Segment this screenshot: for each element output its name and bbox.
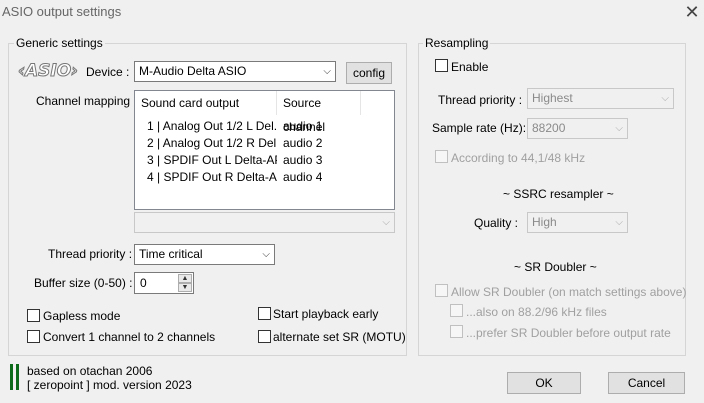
row-source: audio 2	[283, 136, 323, 150]
also-on-checkbox	[450, 304, 463, 317]
enable-resampling-checkbox[interactable]	[435, 59, 448, 72]
spin-down-icon[interactable]: ▼	[178, 283, 192, 292]
table-row[interactable]: 2 | Analog Out 1/2 R Del... audio 2	[135, 135, 394, 152]
generic-settings-legend: Generic settings	[14, 36, 105, 50]
allow-sr-doubler-checkbox	[435, 284, 448, 297]
credit-line-2: [ zeropoint ] mod. version 2023	[27, 378, 192, 392]
column-header-source[interactable]: Source channel	[277, 91, 361, 134]
buffer-size-label: Buffer size (0-50) :	[34, 276, 133, 290]
resampling-thread-priority-label: Thread priority :	[438, 93, 523, 107]
sample-rate-value: 88200	[532, 121, 566, 135]
chevron-down-icon: ⌵	[262, 249, 270, 260]
channel-mapping-list[interactable]: Sound card output Source channel 1 | Ana…	[134, 90, 395, 210]
alternate-sr-checkbox[interactable]	[258, 330, 271, 343]
sr-doubler-heading: ~ SR Doubler ~	[514, 260, 597, 274]
chevron-down-icon: ⌵	[661, 93, 669, 104]
buffer-size-spinner[interactable]: 0 ▲ ▼	[134, 272, 194, 294]
close-icon[interactable]: ✕	[683, 2, 701, 22]
thread-priority-label: Thread priority :	[48, 247, 133, 261]
sample-rate-select: 88200 ⌵	[527, 118, 628, 139]
according-checkbox	[435, 150, 448, 163]
column-header-output[interactable]: Sound card output	[135, 91, 277, 115]
row-output: 4 | SPDIF Out R Delta-AP	[147, 170, 277, 184]
row-output: 3 | SPDIF Out L Delta-AP	[147, 153, 277, 167]
allow-sr-doubler-label: Allow SR Doubler (on match settings abov…	[451, 285, 687, 299]
start-early-label: Start playback early	[273, 307, 379, 321]
row-source: audio 4	[283, 170, 323, 184]
convert-channels-label: Convert 1 channel to 2 channels	[43, 330, 216, 344]
gapless-checkbox[interactable]	[27, 309, 40, 322]
row-source: audio 3	[283, 153, 323, 167]
chevron-down-icon: ⌵	[615, 123, 623, 134]
channel-mapping-label: Channel mapping :	[36, 94, 137, 108]
window-title: ASIO output settings	[2, 4, 122, 19]
prefer-sr-doubler-checkbox	[450, 325, 463, 338]
buffer-size-value: 0	[140, 276, 147, 290]
spin-up-icon[interactable]: ▲	[178, 274, 192, 283]
chevron-down-icon: ⌵	[323, 66, 331, 77]
grip-icon	[16, 364, 19, 390]
credit-line-1: based on otachan 2006	[27, 364, 153, 378]
device-select-value: M-Audio Delta ASIO	[139, 64, 247, 78]
enable-resampling-label: Enable	[451, 60, 489, 74]
resampling-thread-priority-value: Highest	[532, 91, 573, 105]
also-on-label: ...also on 88.2/96 kHz files	[466, 305, 607, 319]
sample-rate-label: Sample rate (Hz):	[432, 121, 527, 135]
resampling-legend: Resampling	[423, 36, 491, 50]
table-row[interactable]: 4 | SPDIF Out R Delta-AP audio 4	[135, 169, 394, 186]
table-row[interactable]: 3 | SPDIF Out L Delta-AP audio 3	[135, 152, 394, 169]
chevron-down-icon: ⌵	[615, 217, 623, 228]
resampling-thread-priority-select: Highest ⌵	[527, 88, 674, 109]
cancel-button[interactable]: Cancel	[608, 372, 685, 394]
thread-priority-value: Time critical	[139, 247, 203, 261]
quality-value: High	[532, 215, 557, 229]
convert-channels-checkbox[interactable]	[27, 330, 40, 343]
device-label: Device :	[86, 65, 130, 79]
prefer-sr-doubler-label: ...prefer SR Doubler before output rate	[466, 326, 671, 340]
quality-select: High ⌵	[527, 212, 628, 233]
row-output: 1 | Analog Out 1/2 L Del...	[147, 119, 277, 133]
table-row[interactable]: 1 | Analog Out 1/2 L Del... audio 1	[135, 118, 394, 135]
source-channel-select: ⌵	[134, 212, 395, 233]
ok-button[interactable]: OK	[507, 372, 581, 394]
asio-logo: ‹ASIO›	[17, 61, 79, 82]
ssrc-heading: ~ SSRC resampler ~	[503, 187, 614, 201]
gapless-label: Gapless mode	[43, 309, 121, 323]
config-button[interactable]: config	[346, 62, 392, 84]
according-label: According to 44,1/48 kHz	[451, 151, 586, 165]
alternate-sr-label: alternate set SR (MOTU)	[273, 330, 406, 344]
row-output: 2 | Analog Out 1/2 R Del...	[147, 136, 277, 150]
device-select[interactable]: M-Audio Delta ASIO ⌵	[134, 61, 336, 82]
row-source: audio 1	[283, 119, 323, 133]
start-early-checkbox[interactable]	[258, 307, 271, 320]
chevron-down-icon: ⌵	[382, 217, 390, 228]
quality-label: Quality :	[474, 216, 519, 230]
thread-priority-select[interactable]: Time critical ⌵	[134, 244, 275, 265]
grip-icon	[10, 364, 13, 390]
